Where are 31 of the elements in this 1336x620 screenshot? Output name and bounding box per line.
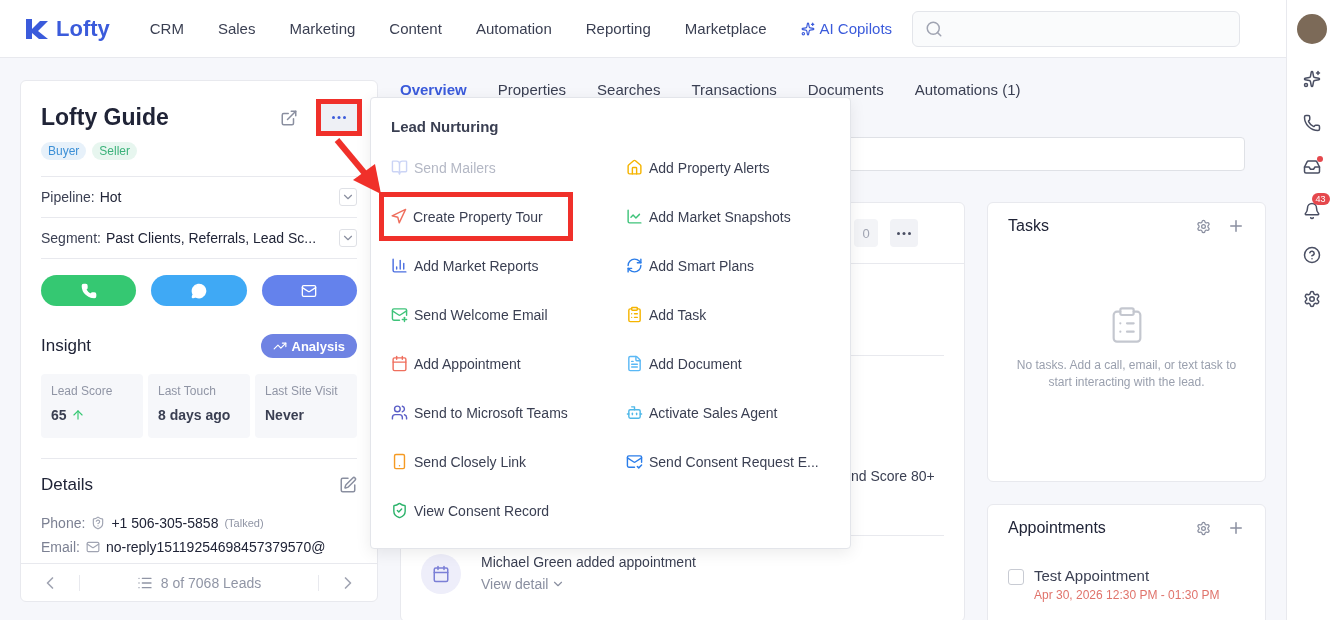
- phone-number: +1 506-305-5858: [111, 515, 219, 531]
- logo-text: Lofty: [56, 15, 110, 42]
- empty-message: No tasks. Add a call, email, or text task to start interacting with the lead.: [1015, 357, 1238, 391]
- card-title: Appointments: [1008, 519, 1107, 537]
- section-title: Insight: [41, 336, 92, 356]
- menu-title: Lead Nurturing: [391, 118, 500, 135]
- field-label: Email:: [41, 539, 80, 555]
- card-title: Tasks: [1008, 217, 1050, 235]
- appointment-title: Test Appointment: [1034, 567, 1151, 584]
- field-label: Segment:: [41, 230, 101, 246]
- field-label: Phone:: [41, 515, 86, 531]
- email-address: no-reply15119254698457379570@: [105, 539, 326, 555]
- phone-note: (Talked): [224, 517, 264, 529]
- tag: Seller: [92, 142, 138, 160]
- tag: Buyer: [41, 142, 87, 160]
- notification-badge: 43: [1311, 193, 1330, 205]
- section-title: Details: [41, 475, 93, 495]
- field-value: Hot: [99, 189, 123, 205]
- stat-label: Last Touch: [158, 384, 217, 398]
- timeline-title: Michael Green added appointment: [481, 554, 696, 570]
- appointment-time: Apr 30, 2026 12:30 PM - 01:30 PM: [1034, 588, 1220, 602]
- lead-name: Lofty Guide: [41, 104, 170, 131]
- stat-label: Last Site Visit: [265, 384, 339, 398]
- pager-text: 8 of 7068 Leads: [160, 574, 262, 591]
- timeline-text: nd Score 80+: [851, 468, 935, 484]
- stat-value: 65: [51, 407, 67, 423]
- stat-value: 8 days ago: [158, 407, 231, 423]
- field-value: Past Clients, Referrals, Lead Sc...: [105, 230, 318, 246]
- stat-label: Lead Score: [51, 384, 114, 398]
- stat-value: Never: [265, 407, 304, 423]
- field-label: Pipeline:: [41, 189, 95, 205]
